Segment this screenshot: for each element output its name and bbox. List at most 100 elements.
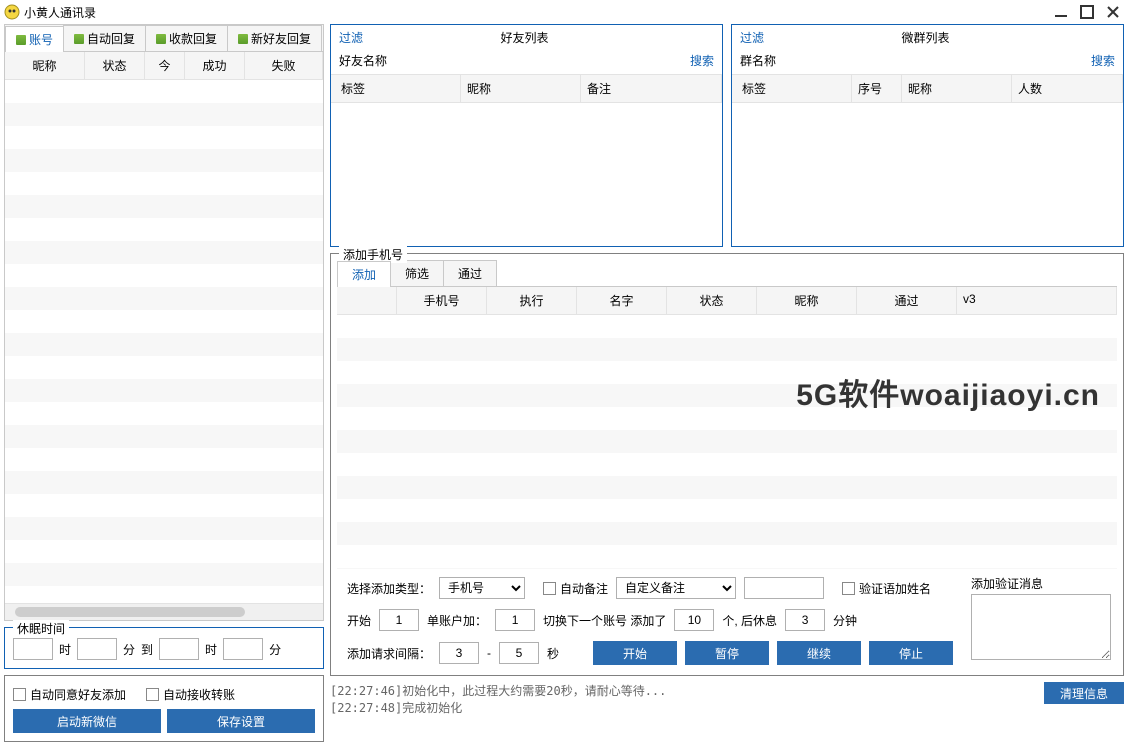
label: - — [487, 646, 491, 660]
switch-count-input[interactable] — [674, 609, 714, 631]
th: 手机号 — [397, 287, 487, 314]
tab-autoreply[interactable]: 自动回复 — [63, 25, 146, 51]
start-button[interactable]: 开始 — [593, 641, 677, 665]
minimize-button[interactable] — [1050, 1, 1072, 23]
label: 验证语加姓名 — [859, 580, 931, 597]
friends-table-body[interactable] — [331, 103, 722, 246]
stop-button[interactable]: 停止 — [869, 641, 953, 665]
sleep-to-min[interactable] — [223, 638, 263, 660]
auto-accept-friend-checkbox[interactable]: 自动同意好友添加 — [13, 686, 126, 703]
interval-from-input[interactable] — [439, 642, 479, 664]
app-icon — [4, 4, 20, 20]
friends-filter-link[interactable]: 过滤 — [339, 29, 363, 46]
label: 自动同意好友添加 — [30, 686, 126, 703]
groups-search-input[interactable] — [782, 50, 1085, 70]
tab-label: 账号 — [29, 31, 53, 48]
add-phone-table-body[interactable] — [337, 315, 1117, 569]
horizontal-scrollbar[interactable] — [5, 603, 323, 620]
label: 添加请求间隔： — [347, 645, 431, 662]
maximize-button[interactable] — [1076, 1, 1098, 23]
label: 切换下一个账号 添加了 — [543, 612, 666, 629]
groups-search-link[interactable]: 搜索 — [1091, 52, 1115, 69]
label: 自动备注 — [560, 580, 608, 597]
th: 标签 — [732, 75, 852, 102]
th: v3 — [957, 287, 1117, 314]
label: 个, 后休息 — [722, 612, 777, 629]
tab-icon — [238, 34, 248, 44]
th: 通过 — [857, 287, 957, 314]
bottom-options-fieldset: 自动同意好友添加 自动接收转账 启动新微信 保存设置 — [4, 675, 324, 742]
label: 分 — [269, 641, 281, 658]
verify-msg-label: 添加验证消息 — [971, 575, 1043, 592]
groups-name-label: 群名称 — [740, 52, 776, 69]
label: 时 — [59, 641, 71, 658]
groups-filter-link[interactable]: 过滤 — [740, 29, 764, 46]
th-nick: 昵称 — [5, 52, 85, 79]
tab-label: 自动回复 — [87, 30, 135, 47]
per-account-input[interactable] — [495, 609, 535, 631]
tab-newfriendreply[interactable]: 新好友回复 — [227, 25, 322, 51]
groups-title: 微群列表 — [772, 29, 1079, 46]
close-button[interactable] — [1102, 1, 1124, 23]
tab-filter[interactable]: 筛选 — [390, 260, 444, 286]
tab-paymentreply[interactable]: 收款回复 — [145, 25, 228, 51]
friends-table-header: 标签 昵称 备注 — [331, 75, 722, 103]
sleep-from-min[interactable] — [77, 638, 117, 660]
log-text: [22:27:46]初始化中，此过程大约需要20秒，请耐心等待... [22:2… — [330, 682, 1036, 742]
window-titlebar: 小黄人通讯录 — [0, 0, 1128, 24]
clear-log-button[interactable]: 清理信息 — [1044, 682, 1124, 704]
th: 序号 — [852, 75, 902, 102]
remark-extra-input[interactable] — [744, 577, 824, 599]
window-title: 小黄人通讯录 — [24, 4, 1046, 21]
label: 秒 — [547, 645, 559, 662]
continue-button[interactable]: 继续 — [777, 641, 861, 665]
sleep-to-hour[interactable] — [159, 638, 199, 660]
label: 单账户加： — [427, 612, 487, 629]
add-type-select[interactable]: 手机号 — [439, 577, 525, 599]
auto-remark-checkbox[interactable]: 自动备注 — [543, 580, 608, 597]
pause-button[interactable]: 暂停 — [685, 641, 769, 665]
label: 选择添加类型： — [347, 580, 431, 597]
th-status: 状态 — [85, 52, 145, 79]
label: 时 — [205, 641, 217, 658]
th: 执行 — [487, 287, 577, 314]
th: 状态 — [667, 287, 757, 314]
tab-icon — [156, 34, 166, 44]
tab-label: 新好友回复 — [251, 30, 311, 47]
label: 分 — [123, 641, 135, 658]
account-table-header: 昵称 状态 今 成功 失败 — [5, 52, 323, 80]
custom-remark-select[interactable]: 自定义备注 — [616, 577, 736, 599]
auto-accept-transfer-checkbox[interactable]: 自动接收转账 — [146, 686, 235, 703]
groups-panel: 过滤 微群列表 群名称 搜索 标签 序号 昵称 人数 — [731, 24, 1124, 247]
verify-msg-textarea[interactable] — [971, 594, 1111, 660]
rest-minutes-input[interactable] — [785, 609, 825, 631]
th: 昵称 — [461, 75, 581, 102]
friends-search-input[interactable] — [393, 50, 684, 70]
save-settings-button[interactable]: 保存设置 — [167, 709, 315, 733]
sleep-time-fieldset: 休眠时间 时 分 到 时 分 — [4, 627, 324, 669]
groups-table-body[interactable] — [732, 103, 1123, 246]
tab-pass[interactable]: 通过 — [443, 260, 497, 286]
add-phone-fieldset: 添加手机号 添加 筛选 通过 手机号 执行 名字 状态 昵称 通过 v3 添加验… — [330, 253, 1124, 676]
add-phone-table-header: 手机号 执行 名字 状态 昵称 通过 v3 — [337, 287, 1117, 315]
start-index-input[interactable] — [379, 609, 419, 631]
tab-accounts[interactable]: 账号 — [5, 26, 64, 52]
launch-wechat-button[interactable]: 启动新微信 — [13, 709, 161, 733]
sleep-legend: 休眠时间 — [13, 620, 69, 637]
tab-icon — [16, 35, 26, 45]
th: 标签 — [331, 75, 461, 102]
th: 备注 — [581, 75, 722, 102]
sleep-from-hour[interactable] — [13, 638, 53, 660]
th: 昵称 — [902, 75, 1012, 102]
friends-search-link[interactable]: 搜索 — [690, 52, 714, 69]
label: 到 — [141, 641, 153, 658]
tab-add[interactable]: 添加 — [337, 261, 391, 287]
account-table-body[interactable] — [5, 80, 323, 603]
th-success: 成功 — [185, 52, 245, 79]
interval-to-input[interactable] — [499, 642, 539, 664]
friends-title: 好友列表 — [371, 29, 678, 46]
friends-name-label: 好友名称 — [339, 52, 387, 69]
th: 名字 — [577, 287, 667, 314]
verify-append-name-checkbox[interactable]: 验证语加姓名 — [842, 580, 931, 597]
tab-label: 收款回复 — [169, 30, 217, 47]
